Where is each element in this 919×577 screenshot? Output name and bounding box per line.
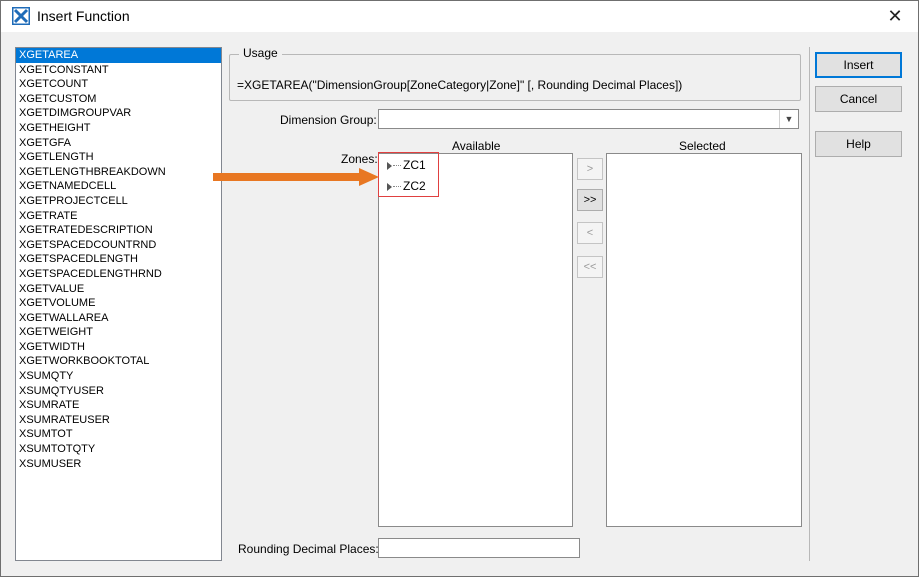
list-item[interactable]: XGETVALUE [16, 282, 221, 297]
list-item[interactable]: XGETVOLUME [16, 296, 221, 311]
list-item[interactable]: XGETWALLAREA [16, 311, 221, 326]
list-item[interactable]: XGETGFA [16, 136, 221, 151]
list-item[interactable]: XGETDIMGROUPVAR [16, 106, 221, 121]
list-item[interactable]: XGETCONSTANT [16, 63, 221, 78]
function-list[interactable]: XGETAREA XGETCONSTANT XGETCOUNT XGETCUSTOM X… [15, 47, 222, 561]
close-icon[interactable]: ✕ [872, 1, 918, 32]
list-item[interactable]: XGETSPACEDLENGTH [16, 252, 221, 267]
rounding-label: Rounding Decimal Places: [238, 542, 379, 556]
list-item[interactable]: XGETCOUNT [16, 77, 221, 92]
list-item[interactable]: XGETCUSTOM [16, 92, 221, 107]
list-item[interactable]: XGETHEIGHT [16, 121, 221, 136]
insert-function-dialog: Insert Function ✕ XGETAREA XGETCONSTANT XG… [0, 0, 919, 577]
remove-button[interactable]: < [577, 222, 603, 244]
list-item[interactable]: XGETWIDTH [16, 340, 221, 355]
list-item[interactable]: XSUMRATE [16, 398, 221, 413]
list-item[interactable]: XGETLENGTH [16, 150, 221, 165]
insert-label: Insert [843, 58, 874, 72]
zones-label: Zones: [341, 152, 378, 166]
chevron-down-icon[interactable]: ▼ [779, 110, 798, 128]
dimension-group-label: Dimension Group: [280, 113, 377, 127]
list-item[interactable]: XSUMUSER [16, 457, 221, 472]
insert-button[interactable]: Insert [815, 52, 902, 78]
list-item[interactable]: XSUMRATEUSER [16, 413, 221, 428]
expand-arrow-icon[interactable] [387, 161, 392, 170]
usage-legend: Usage [239, 46, 282, 60]
title-bar: Insert Function ✕ [1, 1, 918, 32]
tree-item-zc2[interactable]: ZC2 [387, 179, 426, 193]
remove-all-button[interactable]: << [577, 256, 603, 278]
list-item[interactable]: XGETNAMEDCELL [16, 179, 221, 194]
dimension-group-combo[interactable]: ▼ [378, 109, 799, 129]
list-item[interactable]: XGETWORKBOOKTOTAL [16, 354, 221, 369]
divider [809, 47, 810, 561]
list-item[interactable]: XGETWEIGHT [16, 325, 221, 340]
tree-item-label: ZC1 [403, 158, 426, 172]
list-item[interactable]: XGETLENGTHBREAKDOWN [16, 165, 221, 180]
help-button[interactable]: Help [815, 131, 902, 157]
add-all-button[interactable]: >> [577, 189, 603, 211]
tree-connector [393, 186, 401, 188]
list-item[interactable]: XGETRATE [16, 209, 221, 224]
list-item[interactable]: XGETSPACEDLENGTHRND [16, 267, 221, 282]
list-item[interactable]: XSUMQTY [16, 369, 221, 384]
list-item[interactable]: XGETPROJECTCELL [16, 194, 221, 209]
selected-header: Selected [679, 139, 726, 153]
available-header: Available [452, 139, 501, 153]
usage-text: =XGETAREA("DimensionGroup[ZoneCategory|Z… [237, 78, 683, 92]
add-button[interactable]: > [577, 158, 603, 180]
selected-zones-list[interactable] [606, 153, 802, 527]
dialog-title: Insert Function [37, 8, 130, 24]
expand-arrow-icon[interactable] [387, 182, 392, 191]
list-item[interactable]: XSUMQTYUSER [16, 384, 221, 399]
list-item[interactable]: XSUMTOT [16, 427, 221, 442]
excel-x-icon [12, 7, 30, 25]
available-zones-list[interactable]: ZC1 ZC2 [378, 153, 573, 527]
list-item[interactable]: XGETAREA [16, 48, 221, 63]
tree-item-label: ZC2 [403, 179, 426, 193]
list-item[interactable]: XSUMTOTQTY [16, 442, 221, 457]
tree-connector [393, 165, 401, 167]
rounding-decimal-places-input[interactable] [378, 538, 580, 558]
cancel-button[interactable]: Cancel [815, 86, 902, 112]
list-item[interactable]: XGETSPACEDCOUNTRND [16, 238, 221, 253]
list-item[interactable]: XGETRATEDESCRIPTION [16, 223, 221, 238]
tree-item-zc1[interactable]: ZC1 [387, 158, 426, 172]
annotation-arrow-icon [213, 168, 379, 186]
